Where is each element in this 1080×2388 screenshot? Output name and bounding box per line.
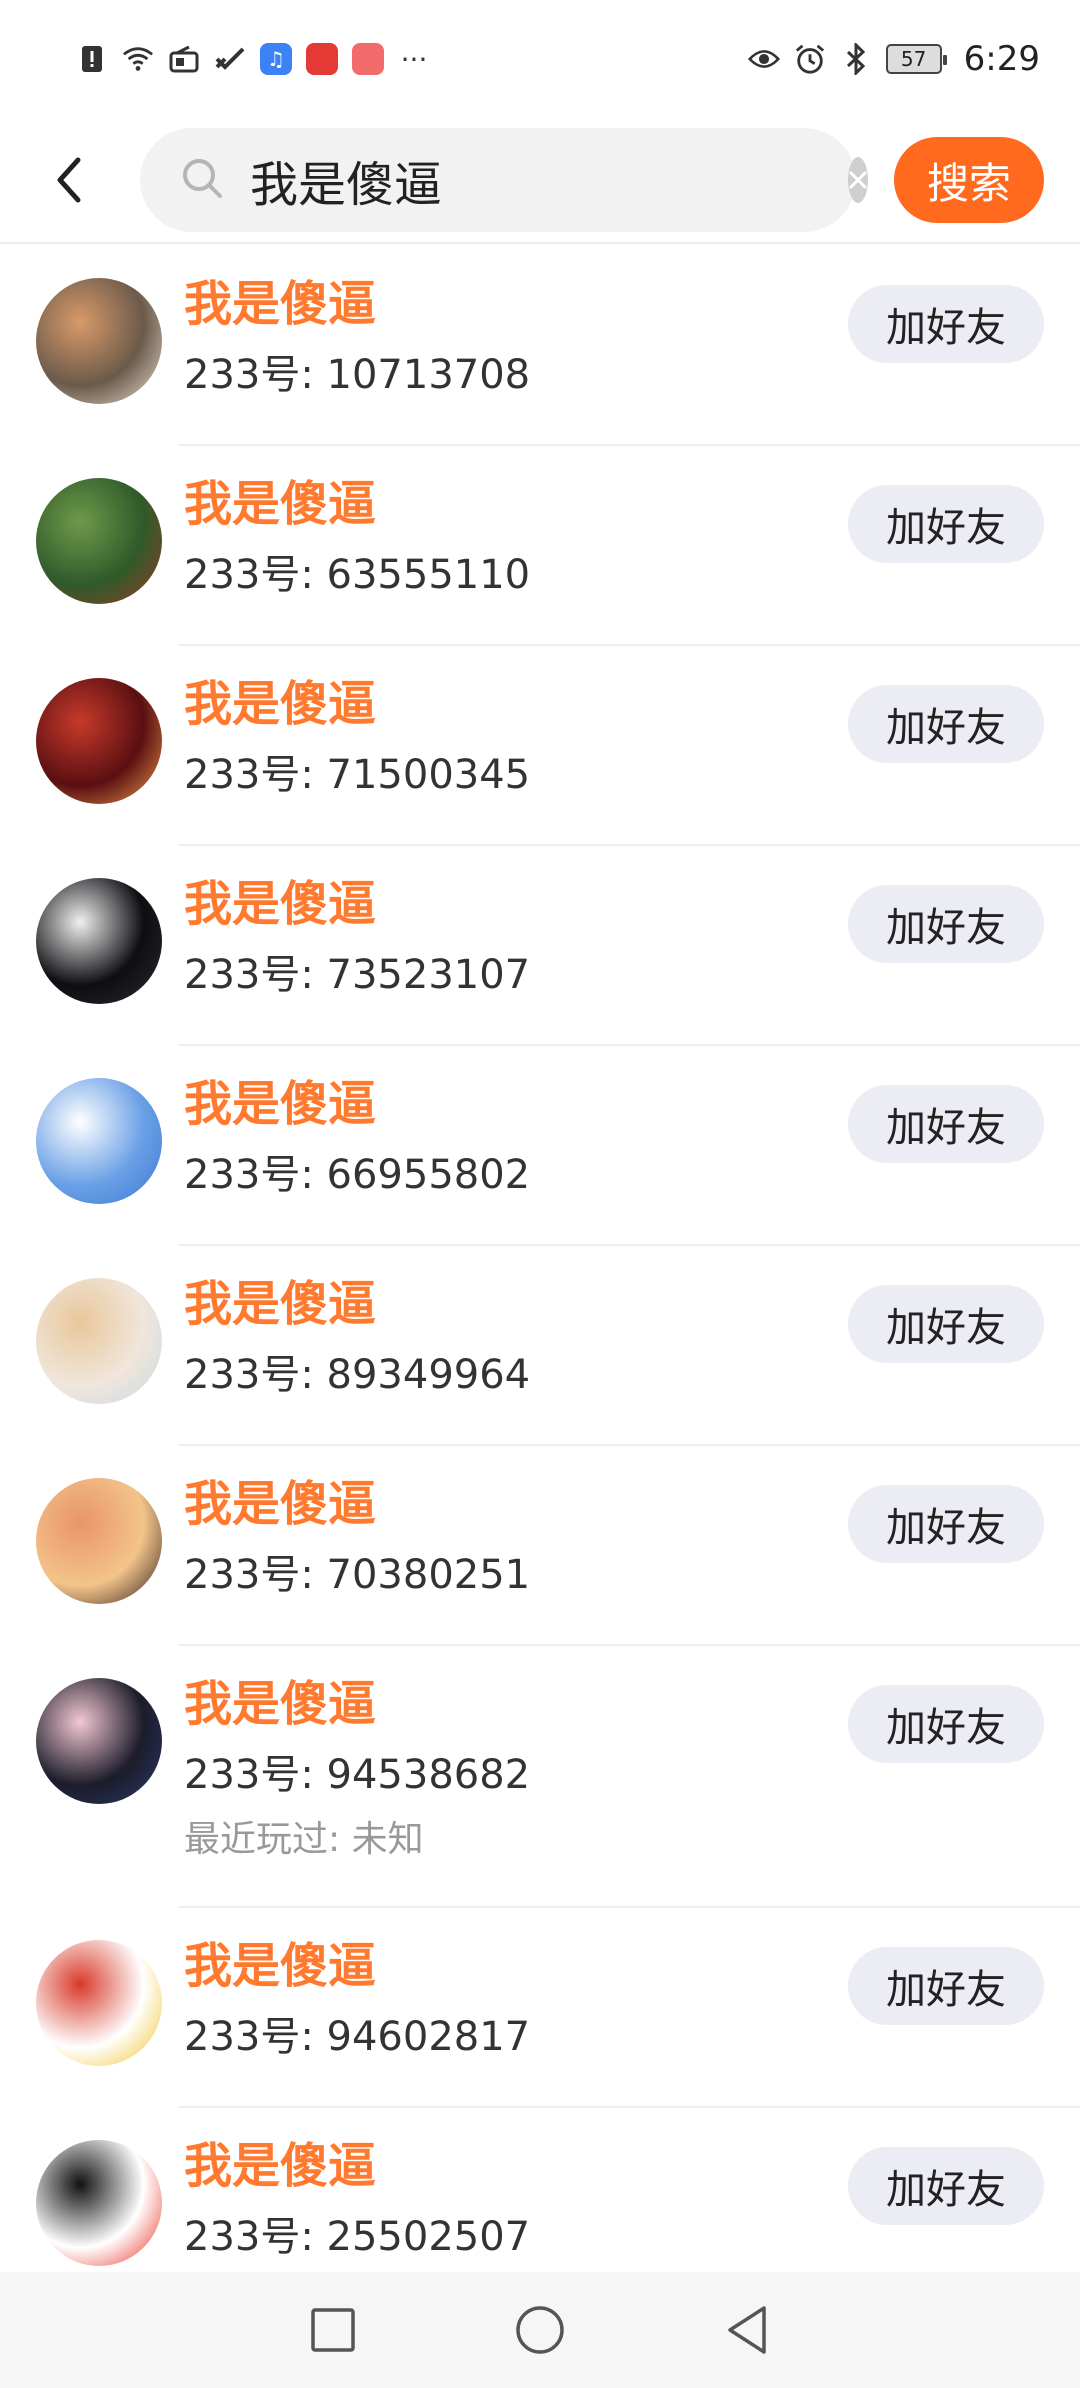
search-button[interactable]: 搜索 — [894, 137, 1044, 223]
result-item[interactable]: 我是傻逼 233号: 71500345 加好友 — [0, 646, 1080, 846]
result-item[interactable]: 我是傻逼 233号: 66955802 加好友 — [0, 1046, 1080, 1246]
result-item[interactable]: 我是傻逼 233号: 89349964 加好友 — [0, 1246, 1080, 1446]
battery-indicator: 57 — [885, 44, 947, 74]
add-friend-button[interactable]: 加好友 — [848, 1947, 1044, 2025]
result-item[interactable]: 我是傻逼 233号: 63555110 加好友 — [0, 446, 1080, 646]
avatar[interactable] — [36, 1678, 162, 1804]
app-screen: ♫ ··· 57 6:29 我是傻逼 搜索 我是傻逼 233号: 1071370… — [0, 0, 1080, 2388]
circle-icon — [516, 2306, 564, 2354]
search-icon — [180, 156, 224, 204]
close-icon — [849, 171, 867, 189]
alert-icon — [76, 43, 108, 75]
back-button[interactable] — [0, 117, 140, 243]
alarm-icon — [794, 43, 826, 75]
bluetooth-icon — [840, 43, 872, 75]
chevron-left-icon — [57, 157, 81, 203]
status-time: 6:29 — [963, 39, 1040, 79]
app-check-icon — [214, 43, 246, 75]
add-friend-button[interactable]: 加好友 — [848, 1085, 1044, 1163]
avatar[interactable] — [36, 1278, 162, 1404]
search-result-list: 我是傻逼 233号: 10713708 加好友 我是傻逼 233号: 63555110 加… — [0, 246, 1080, 2308]
music-app-icon: ♫ — [260, 43, 292, 75]
home-button[interactable] — [510, 2300, 570, 2360]
result-item[interactable]: 我是傻逼 233号: 10713708 加好友 — [0, 246, 1080, 446]
radio-icon — [168, 43, 200, 75]
avatar[interactable] — [36, 278, 162, 404]
status-bar: ♫ ··· 57 6:29 — [0, 0, 1080, 118]
wifi-icon — [122, 43, 154, 75]
shop-app-icon — [352, 43, 384, 75]
status-left: ♫ ··· — [76, 42, 430, 76]
avatar[interactable] — [36, 1478, 162, 1604]
triangle-back-icon — [727, 2306, 766, 2354]
search-box[interactable] — [140, 128, 868, 232]
avatar[interactable] — [36, 878, 162, 1004]
add-friend-button[interactable]: 加好友 — [848, 1685, 1044, 1763]
back-nav-button[interactable] — [717, 2300, 777, 2360]
avatar[interactable] — [36, 1078, 162, 1204]
more-notifications-icon: ··· — [400, 42, 428, 76]
system-nav-bar — [0, 2272, 1080, 2388]
recently-played: 最近玩过: 未知 — [184, 1819, 424, 1860]
recent-apps-button[interactable] — [303, 2300, 363, 2360]
add-friend-button[interactable]: 加好友 — [848, 2147, 1044, 2225]
clear-search-button[interactable] — [848, 157, 868, 203]
avatar[interactable] — [36, 478, 162, 604]
add-friend-button[interactable]: 加好友 — [848, 1485, 1044, 1563]
avatar[interactable] — [36, 1940, 162, 2066]
square-icon — [311, 2308, 356, 2352]
eye-icon — [747, 43, 780, 75]
add-friend-button[interactable]: 加好友 — [848, 685, 1044, 763]
avatar[interactable] — [36, 678, 162, 804]
result-item[interactable]: 我是傻逼 233号: 94538682 最近玩过: 未知 加好友 — [0, 1646, 1080, 1908]
result-item[interactable]: 我是傻逼 233号: 70380251 加好友 — [0, 1446, 1080, 1646]
book-app-icon — [306, 43, 338, 75]
result-item[interactable]: 我是傻逼 233号: 94602817 加好友 — [0, 1908, 1080, 2108]
result-item[interactable]: 我是傻逼 233号: 73523107 加好友 — [0, 846, 1080, 1046]
add-friend-button[interactable]: 加好友 — [848, 1285, 1044, 1363]
avatar[interactable] — [36, 2140, 162, 2266]
status-right: 57 6:29 — [747, 39, 1040, 79]
add-friend-button[interactable]: 加好友 — [848, 885, 1044, 963]
add-friend-button[interactable]: 加好友 — [848, 485, 1044, 563]
add-friend-button[interactable]: 加好友 — [848, 285, 1044, 363]
search-header: 搜索 — [0, 118, 1080, 244]
search-input[interactable] — [250, 152, 848, 208]
